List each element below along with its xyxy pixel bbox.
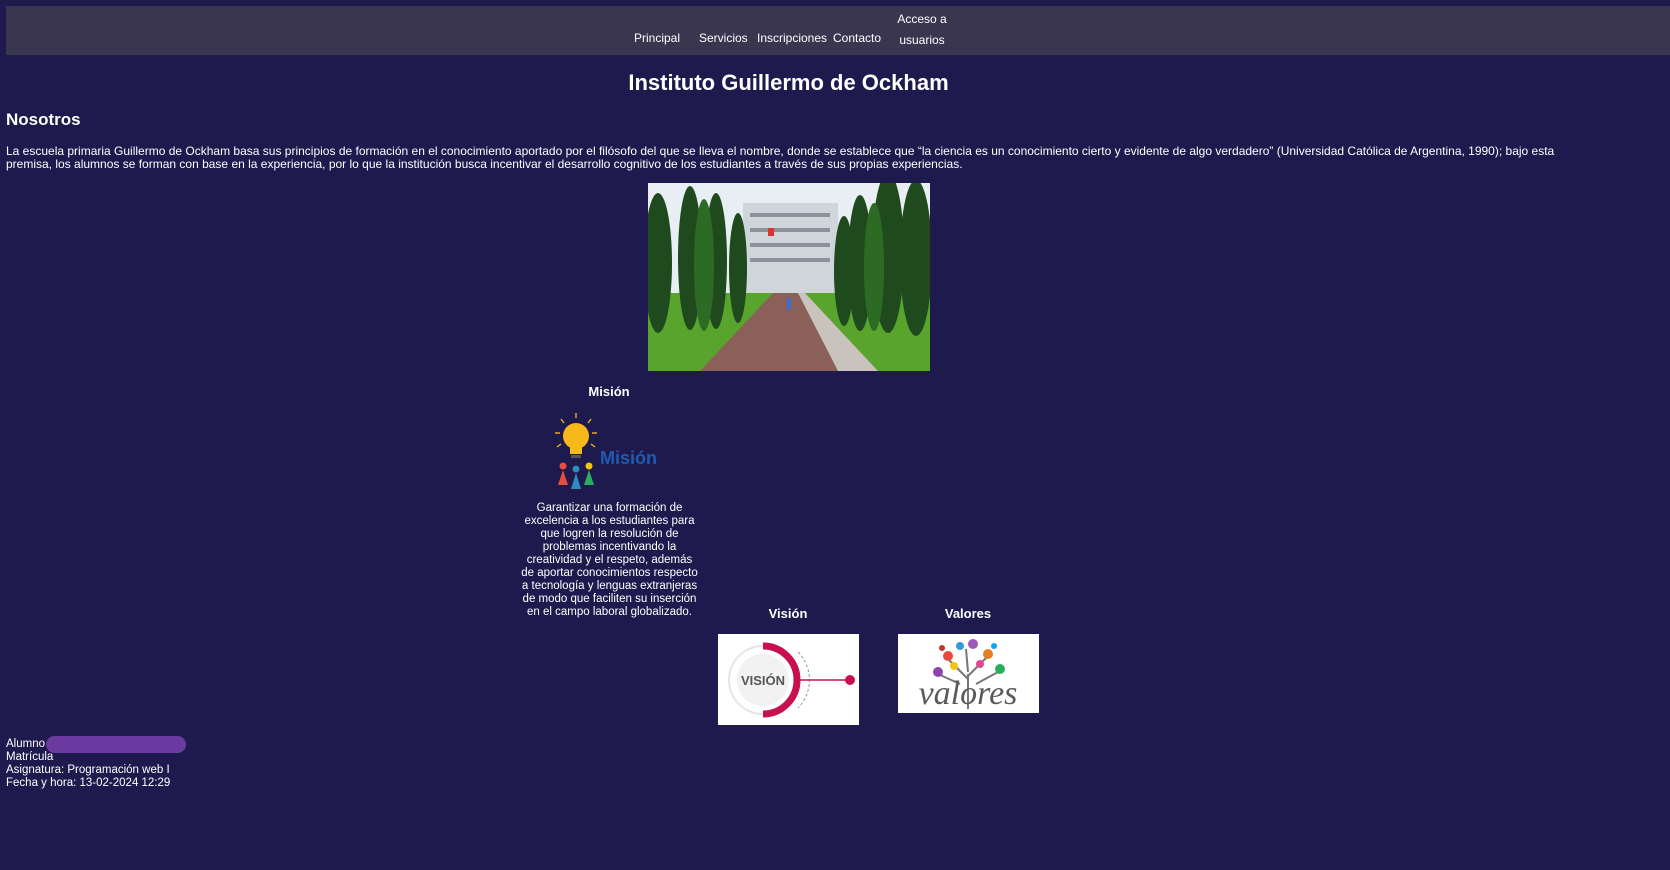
about-heading: Nosotros <box>6 110 81 129</box>
vision-image-text: VISIÓN <box>741 673 785 688</box>
campus-photo <box>648 183 930 371</box>
nav-acceso-line1: Acceso a <box>897 12 947 26</box>
footer-fecha: Fecha y hora: 13-02-2024 12:29 <box>6 777 171 789</box>
nav-acceso-line2: usuarios <box>899 33 945 47</box>
mision-image: Misión <box>549 411 667 493</box>
top-nav: Principal Servicios Inscripciones Contac… <box>6 6 1670 55</box>
footer: Alumno Matrícula Asignatura: Programació… <box>6 736 186 790</box>
mision-title: Misión <box>588 384 630 399</box>
footer-alumno: Alumno <box>6 738 45 750</box>
vision-title: Visión <box>768 606 808 621</box>
nav-servicios[interactable]: Servicios <box>699 31 748 45</box>
nav-principal[interactable]: Principal <box>634 31 680 45</box>
valores-image-text: valores <box>919 675 1018 712</box>
valores-title: Valores <box>944 606 992 621</box>
footer-asignatura: Asignatura: Programación web I <box>6 764 170 776</box>
mision-image-text: Misión <box>600 448 657 468</box>
mision-text: Garantizar una formación de excelencia a… <box>521 502 698 618</box>
vision-image: VISIÓN <box>718 634 859 725</box>
valores-image: valores <box>898 634 1039 713</box>
nav-acceso-usuarios[interactable]: Acceso a usuarios <box>894 9 950 51</box>
about-text: La escuela primaria Guillermo de Ockham … <box>6 144 1555 171</box>
nav-contacto[interactable]: Contacto <box>833 31 881 45</box>
page-title: Instituto Guillermo de Ockham <box>628 70 949 95</box>
nav-inscripciones[interactable]: Inscripciones <box>757 31 827 45</box>
redaction-mark <box>46 736 186 753</box>
